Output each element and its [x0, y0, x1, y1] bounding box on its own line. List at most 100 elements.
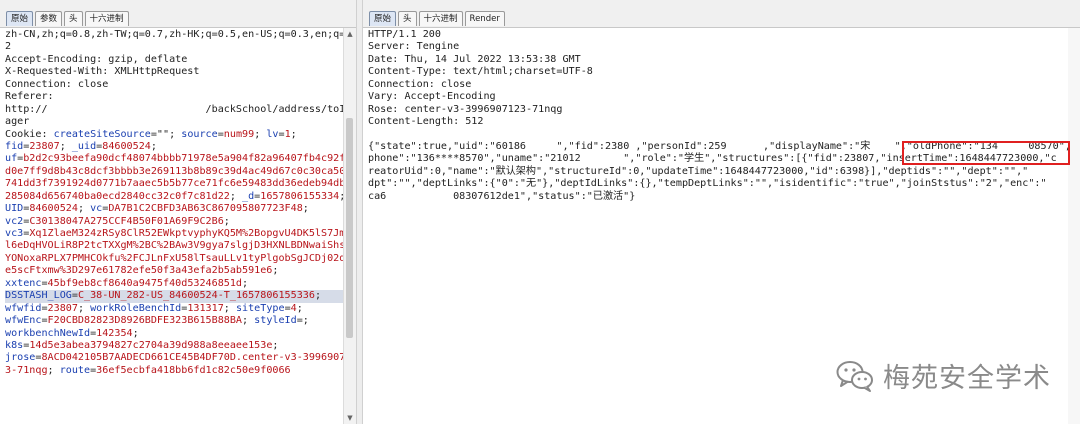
- tab-render[interactable]: Render: [464, 11, 505, 26]
- request-token: workbenchNewId: [5, 327, 91, 339]
- request-line: UID=84600524; vc=DA7B1C2CBFD3AB63C867095…: [5, 203, 343, 215]
- request-token: C_38-UN_282-US_84600524-T_1657806155336: [77, 290, 315, 302]
- request-token: 285084d656740ba0ecd2840cc32c0f7c81d22: [5, 190, 230, 202]
- request-token: k8s: [5, 339, 24, 351]
- request-token: _uid: [71, 140, 97, 152]
- request-token: ;: [242, 277, 249, 289]
- request-token: ;: [77, 302, 91, 314]
- request-token: 84600524: [102, 140, 151, 152]
- request-token: vc2: [5, 215, 24, 227]
- response-line: HTTP/1.1 200: [368, 29, 441, 40]
- request-line: Cookie: createSiteSource=""; source=num9…: [5, 129, 343, 141]
- request-line: e5scFtxmw%3D297e61782efe50f3a43efa2b5ab5…: [5, 265, 343, 277]
- request-token: l6eDqHVOLiR8P2tcTXXgM%2BC%2BAw3V9gya7slg…: [5, 240, 356, 252]
- request-token: Connection: close: [5, 78, 109, 90]
- request-token: =;: [296, 315, 309, 327]
- request-token: styleId: [254, 315, 297, 327]
- response-line: ca6 08307612de1","status":"已激活"}: [368, 190, 636, 202]
- request-token: ;: [47, 364, 60, 376]
- tab-headers[interactable]: 头: [64, 11, 83, 26]
- request-token: zh-CN,zh;q=0.8,zh-TW;q=0.7,zh-HK;q=0.5,e…: [5, 29, 356, 40]
- request-token: b2d2c93beefa90dcf48074bbbb71978e5a904f82…: [23, 153, 356, 165]
- response-line: Content-Length: 512: [368, 116, 484, 128]
- request-line: fid=23807; _uid=84600524;: [5, 141, 343, 153]
- tab-hex[interactable]: 十六进制: [84, 11, 129, 26]
- tab-raw[interactable]: 原始: [369, 11, 397, 26]
- response-line: Date: Thu, 14 Jul 2022 13:53:38 GMT: [368, 53, 581, 65]
- request-token: DSSTASH_LOG: [5, 290, 72, 302]
- scroll-up-icon[interactable]: ▲: [345, 29, 355, 39]
- tab-raw[interactable]: 原始: [6, 11, 34, 26]
- request-token: ;: [302, 203, 309, 215]
- request-token: ;: [272, 339, 279, 351]
- request-token: xxtenc: [5, 277, 42, 289]
- request-line: Accept-Encoding: gzip, deflate: [5, 54, 343, 66]
- request-token: 131317: [187, 302, 224, 314]
- request-token: ;: [272, 265, 279, 277]
- request-line: l6eDqHVOLiR8P2tcTXXgM%2BC%2BAw3V9gya7slg…: [5, 240, 356, 252]
- request-token: ;: [77, 203, 91, 215]
- tab-hex[interactable]: 十六进制: [418, 11, 463, 26]
- response-line: dpt":"","deptLinks":{"0":"无"},"deptIdLin…: [368, 178, 1047, 190]
- request-token: 8ACD042105B7AADECD661CE45B4DF70D.center-…: [41, 352, 356, 364]
- tab-headers[interactable]: 头: [398, 11, 417, 26]
- request-token: wfwfid: [5, 302, 42, 314]
- request-token: ;: [150, 140, 157, 152]
- request-token: uf: [5, 153, 18, 165]
- response-line: Content-Type: text/html;charset=UTF-8: [368, 66, 593, 78]
- request-scrollbar[interactable]: ▲ ▼: [343, 28, 356, 424]
- request-line: k8s=14d5e3abea3794827c2704a39d988a8eeaee…: [5, 340, 343, 352]
- request-line: vc2=C30138047A275CCF4B50F01A69F9C2B6;: [5, 216, 343, 228]
- request-token: createSiteSource: [53, 128, 151, 140]
- scroll-thumb[interactable]: [346, 118, 353, 338]
- request-token: ;: [223, 215, 230, 227]
- request-text-area[interactable]: zh-CN,zh;q=0.8,zh-TW;q=0.7,zh-HK;q=0.5,e…: [0, 28, 356, 424]
- request-line: xxtenc=45bf9eb8cf8640a9475f40d53246851d;: [5, 278, 343, 290]
- request-token: http:// /backSchool/address/toImportMan: [5, 103, 356, 115]
- request-line: 741dd3f7391924d0771b7aaec5b5b77ce71fc6e5…: [5, 178, 356, 190]
- scroll-down-icon[interactable]: ▼: [345, 413, 355, 423]
- request-line: uf=b2d2c93beefa90dcf48074bbbb71978e5a904…: [5, 153, 356, 165]
- request-token: ;: [223, 302, 236, 314]
- response-line: Connection: close: [368, 78, 472, 90]
- request-token: wfwEnc: [5, 315, 42, 327]
- request-line: zh-CN,zh;q=0.8,zh-TW;q=0.7,zh-HK;q=0.5,e…: [5, 29, 356, 41]
- request-token: Accept-Encoding: gzip, deflate: [5, 53, 188, 65]
- oldphone-highlight-box: [902, 141, 1070, 165]
- request-token: ;: [132, 327, 139, 339]
- request-token: ;: [296, 302, 303, 314]
- request-line: DSSTASH_LOG=C_38-UN_282-US_84600524-T_16…: [5, 290, 345, 303]
- request-token: ;: [314, 290, 322, 302]
- request-token: siteType: [235, 302, 285, 314]
- request-token: 84600524: [29, 203, 78, 215]
- request-line: vc3=Xq1ZlaeM324zRSy8ClR52EWkptvyphyKQ5M%…: [5, 228, 356, 240]
- request-line: ager: [5, 116, 343, 128]
- request-line: 3-71nqg; route=36ef5ecbfa418bb6fd1c82c50…: [5, 365, 343, 377]
- pane-splitter[interactable]: [356, 0, 363, 424]
- request-token: Referer:: [5, 91, 54, 103]
- request-token: vc3: [5, 228, 24, 239]
- tab-params[interactable]: 参数: [35, 11, 63, 26]
- request-token: source: [181, 128, 218, 140]
- response-scrollbar[interactable]: [1068, 28, 1080, 424]
- request-token: ;: [229, 190, 243, 202]
- request-line: d0e7ff9d8b43c8dcf3bbbb3e269113b8b89c39d4…: [5, 166, 356, 178]
- request-token: C30138047A275CCF4B50F01A69F9C2B6: [29, 215, 224, 227]
- request-line: Connection: close: [5, 79, 343, 91]
- response-line: Server: Tengine: [368, 41, 460, 53]
- request-token: F20CBD82823D8926BDFE323B615B88BA: [47, 315, 243, 327]
- request-token: UID: [5, 203, 24, 215]
- request-token: 1657806155334: [260, 190, 340, 202]
- request-token: Xq1ZlaeM324zRSy8ClR52EWkptvyphyKQ5M%2Bop…: [29, 228, 356, 239]
- request-token: ager: [5, 116, 30, 128]
- request-token: workRoleBenchId: [90, 302, 182, 314]
- request-token: route: [59, 364, 91, 376]
- wechat-icon: [836, 360, 873, 392]
- request-token: YONoxaRPLX7PMHCOkfu%2FCJLnFxU58lTsauLLv1…: [5, 252, 356, 264]
- request-token: ;: [242, 315, 255, 327]
- watermark-text: 梅苑安全学术: [883, 363, 1051, 394]
- request-line: YONoxaRPLX7PMHCOkfu%2FCJLnFxU58lTsauLLv1…: [5, 253, 356, 265]
- request-token: 23807: [47, 302, 78, 314]
- request-token: lv: [266, 128, 279, 140]
- request-token: DA7B1C2CBFD3AB63C867095807723F48: [108, 203, 303, 215]
